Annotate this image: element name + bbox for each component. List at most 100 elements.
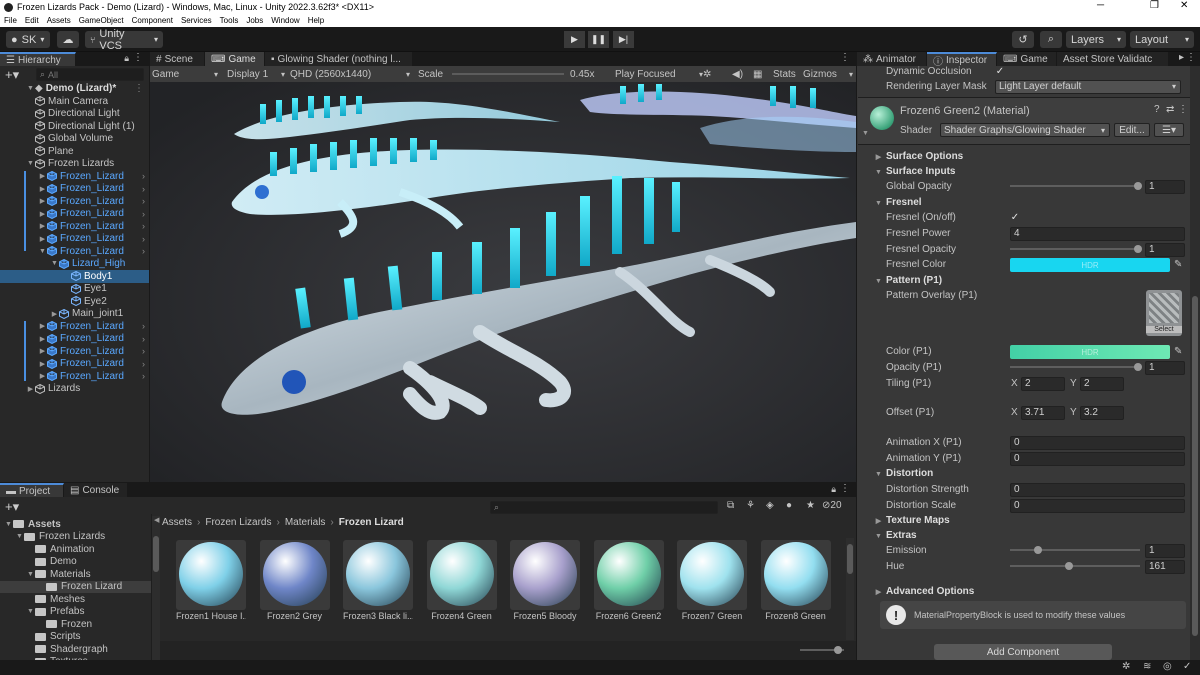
tab-hierarchy[interactable]: ☰ Hierarchy bbox=[0, 52, 76, 66]
open-prefab-icon[interactable]: › bbox=[142, 346, 145, 356]
more-menu-icon[interactable]: ⋮ bbox=[840, 52, 850, 63]
distortion-strength-field[interactable]: 0 bbox=[1010, 482, 1185, 497]
add-component-button[interactable]: Add Component bbox=[934, 644, 1112, 660]
expand-arrow-icon[interactable]: ▶ bbox=[38, 372, 47, 380]
folder-tree-item[interactable]: ▼ Materials bbox=[0, 568, 151, 581]
search-by-type-icon[interactable]: ⧉ bbox=[727, 500, 734, 511]
breadcrumb-item[interactable]: Materials bbox=[285, 517, 326, 528]
expand-arrow-icon[interactable]: ▶ bbox=[38, 222, 47, 230]
label-icon[interactable]: ◈ bbox=[766, 500, 774, 511]
advanced-options-foldout[interactable]: ▶ Advanced Options bbox=[858, 584, 1186, 599]
more-menu-icon[interactable]: ⋮ bbox=[134, 83, 144, 94]
progress-icon[interactable]: ◎ bbox=[1163, 661, 1172, 672]
expand-arrow-icon[interactable]: ▼ bbox=[26, 85, 35, 92]
folder-tree-item[interactable]: ▼ Assets bbox=[0, 518, 151, 531]
tab-project[interactable]: ▬ Project bbox=[0, 483, 64, 497]
chevron-right-icon[interactable]: ▸ bbox=[1179, 52, 1184, 63]
check-circle-icon[interactable]: ✓ bbox=[1183, 661, 1191, 672]
tab-scene[interactable]: # Scene bbox=[150, 52, 205, 66]
asset-tile[interactable]: Frozen4 Green bbox=[426, 540, 497, 621]
texture-maps-foldout[interactable]: ▶ Texture Maps bbox=[858, 513, 1186, 528]
account-button[interactable]: ● SK ▾ bbox=[6, 31, 50, 48]
maximize-icon[interactable]: ❐ bbox=[1150, 0, 1159, 11]
hierarchy-item[interactable]: ▶ Frozen_Lizard › bbox=[0, 358, 149, 371]
project-search-input[interactable]: ⌕ bbox=[490, 501, 718, 514]
asset-tile[interactable]: Frozen8 Green bbox=[760, 540, 831, 621]
hierarchy-item[interactable]: ▶ Frozen_Lizard › bbox=[0, 345, 149, 358]
asset-tile[interactable]: Frozen5 Bloody bbox=[510, 540, 580, 621]
asset-tile[interactable]: Frozen1 House I... bbox=[176, 540, 246, 621]
rendering-layer-dropdown[interactable]: Light Layer default ▾ bbox=[995, 79, 1181, 94]
hierarchy-item[interactable]: ▶ Frozen_Lizard › bbox=[0, 320, 149, 333]
surface-options-foldout[interactable]: ▶ Surface Options bbox=[858, 149, 1186, 164]
menu-tools[interactable]: Tools bbox=[220, 16, 239, 25]
hue-slider[interactable] bbox=[1010, 565, 1140, 567]
fresnel-power-field[interactable]: 4 bbox=[1010, 226, 1185, 241]
gizmos-dropdown[interactable]: Gizmos ▾ bbox=[803, 67, 853, 81]
play-focused-dropdown[interactable]: Play Focused ▾ bbox=[615, 67, 703, 81]
breadcrumb-item[interactable]: Frozen Lizard bbox=[339, 517, 404, 528]
hierarchy-item[interactable]: Main Camera bbox=[0, 95, 149, 108]
add-icon[interactable]: +▾ bbox=[5, 67, 19, 83]
scrollbar-thumb[interactable] bbox=[153, 536, 159, 572]
expand-arrow-icon[interactable]: ▼ bbox=[15, 533, 24, 540]
hierarchy-item[interactable]: Body1 bbox=[0, 270, 149, 283]
history-button[interactable]: ↺ bbox=[1012, 31, 1034, 48]
expand-arrow-icon[interactable]: ▼ bbox=[38, 248, 47, 255]
search-button[interactable]: ⌕ bbox=[1040, 31, 1062, 48]
menu-edit[interactable]: Edit bbox=[25, 16, 39, 25]
more-menu-icon[interactable]: ⋮ bbox=[1178, 104, 1188, 115]
asset-tile[interactable]: Frozen7 Green bbox=[677, 540, 747, 621]
layout-dropdown[interactable]: Layout ▾ bbox=[1130, 31, 1194, 48]
folder-tree-item[interactable]: Frozen Lizard bbox=[0, 580, 151, 593]
keyboard-icon[interactable]: ▦ bbox=[753, 67, 762, 81]
folder-tree-item[interactable]: Meshes bbox=[0, 593, 151, 606]
resolution-dropdown[interactable]: QHD (2560x1440) ▾ bbox=[290, 67, 410, 81]
menu-jobs[interactable]: Jobs bbox=[246, 16, 263, 25]
asset-tile[interactable]: Frozen6 Green2 bbox=[593, 540, 664, 621]
play-button[interactable]: ▶ bbox=[564, 31, 585, 48]
tiling-y-field[interactable]: 2 bbox=[1080, 376, 1124, 391]
emission-slider[interactable] bbox=[1010, 549, 1140, 551]
more-menu-icon[interactable]: ⋮ bbox=[1186, 52, 1196, 63]
breadcrumb-item[interactable]: Frozen Lizards bbox=[205, 517, 271, 528]
fresnel-color-swatch[interactable]: HDR bbox=[1010, 258, 1170, 272]
global-opacity-slider[interactable] bbox=[1010, 185, 1140, 187]
hierarchy-item[interactable]: ▶ Main_joint1 bbox=[0, 308, 149, 321]
open-prefab-icon[interactable]: › bbox=[142, 196, 145, 206]
expand-arrow-icon[interactable]: ▶ bbox=[38, 197, 47, 205]
animation-y-field[interactable]: 0 bbox=[1010, 451, 1185, 466]
opacity-p1-field[interactable]: 1 bbox=[1145, 360, 1185, 375]
tree-scrollbar[interactable] bbox=[152, 516, 160, 660]
expand-arrow-icon[interactable]: ▶ bbox=[38, 210, 47, 218]
open-prefab-icon[interactable]: › bbox=[142, 234, 145, 244]
scrollbar-thumb[interactable] bbox=[847, 544, 853, 574]
menu-file[interactable]: File bbox=[4, 16, 17, 25]
folder-tree-item[interactable]: Frozen bbox=[0, 618, 151, 631]
hierarchy-item[interactable]: ▶ Frozen_Lizard › bbox=[0, 233, 149, 246]
slider-knob[interactable] bbox=[834, 646, 842, 654]
open-prefab-icon[interactable]: › bbox=[142, 184, 145, 194]
edit-shader-button[interactable]: Edit... bbox=[1114, 123, 1150, 137]
fresnel-opacity-field[interactable]: 1 bbox=[1145, 242, 1185, 257]
emission-field[interactable]: 1 bbox=[1145, 543, 1185, 558]
star-icon[interactable]: ★ bbox=[806, 500, 815, 511]
unity-vcs-button[interactable]: ⑂ Unity VCS ▾ bbox=[85, 28, 163, 52]
bug-icon[interactable]: ✲ bbox=[1122, 661, 1130, 672]
hierarchy-item[interactable]: Global Volume bbox=[0, 133, 149, 146]
slider-knob[interactable] bbox=[1065, 562, 1073, 570]
speaker-icon[interactable]: ◀) bbox=[732, 67, 743, 81]
expand-arrow-icon[interactable]: ▶ bbox=[50, 310, 59, 318]
hierarchy-item[interactable]: ▶ Frozen_Lizard › bbox=[0, 220, 149, 233]
distortion-foldout[interactable]: ▼ Distortion bbox=[858, 466, 1186, 481]
expand-arrow-icon[interactable]: ▶ bbox=[38, 347, 47, 355]
pattern-foldout[interactable]: ▼ Pattern (P1) bbox=[858, 273, 1186, 288]
expand-arrow-icon[interactable]: ▼ bbox=[50, 260, 59, 267]
inspector-scrollbar[interactable] bbox=[1190, 66, 1200, 660]
expand-arrow-icon[interactable]: ▶ bbox=[38, 322, 47, 330]
color-p1-swatch[interactable]: HDR bbox=[1010, 345, 1170, 359]
folder-tree-item[interactable]: Shadergraph bbox=[0, 643, 151, 656]
lock-icon[interactable]: 🔒︎ bbox=[124, 53, 129, 64]
expand-arrow-icon[interactable]: ▶ bbox=[38, 185, 47, 193]
hierarchy-item[interactable]: ▼ Lizard_High bbox=[0, 258, 149, 271]
